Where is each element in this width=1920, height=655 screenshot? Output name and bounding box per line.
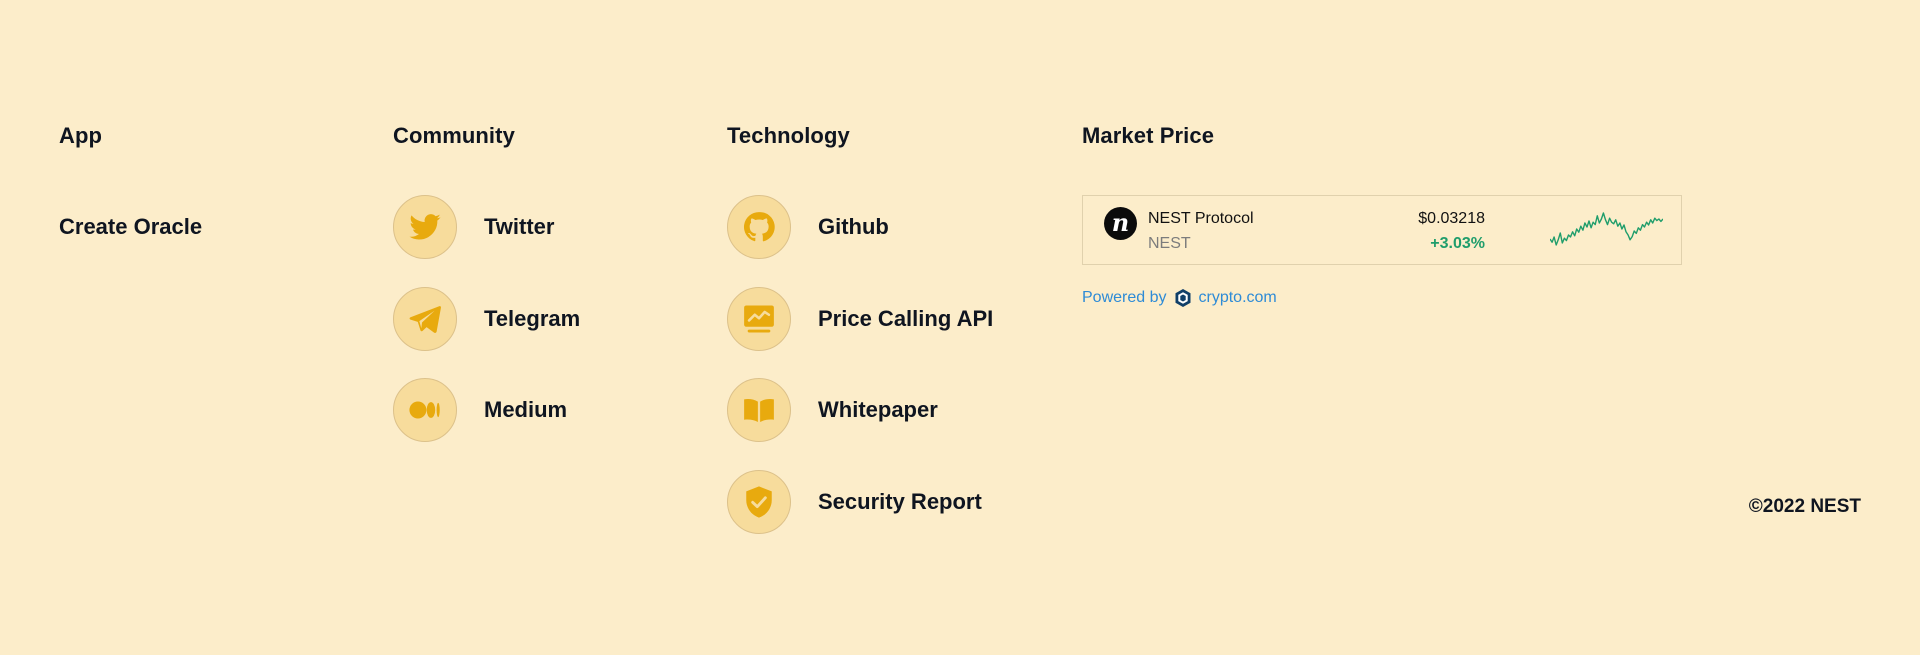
price-sparkline xyxy=(1550,212,1663,246)
crypto-com-link[interactable]: crypto.com xyxy=(1199,289,1277,307)
app-heading: App xyxy=(59,123,103,148)
technology-column: Technology Github Price Calling API Whit… xyxy=(727,122,993,534)
medium-icon xyxy=(393,378,457,442)
app-column: App Create Oracle xyxy=(59,122,202,239)
copyright: ©2022 NEST xyxy=(1748,496,1861,517)
market-column: Market Price n NEST Protocol NEST $0.032… xyxy=(1082,122,1682,307)
community-links: Twitter Telegram Medium xyxy=(393,195,580,470)
powered-by: Powered by crypto.com xyxy=(1082,288,1277,308)
whitepaper-link[interactable]: Whitepaper xyxy=(727,378,993,442)
nest-logo: n xyxy=(1104,207,1137,240)
whitepaper-label: Whitepaper xyxy=(818,397,938,422)
coin-price: $0.03218 xyxy=(1418,210,1485,227)
telegram-link[interactable]: Telegram xyxy=(393,286,581,351)
create-oracle-link[interactable]: Create Oracle xyxy=(59,214,202,240)
telegram-label: Telegram xyxy=(484,305,581,331)
technology-heading: Technology xyxy=(727,123,850,148)
twitter-link[interactable]: Twitter xyxy=(393,195,580,259)
github-icon xyxy=(727,195,791,259)
security-report-label: Security Report xyxy=(818,488,982,514)
community-column: Community Twitter Telegram Medium xyxy=(393,122,580,442)
sparkline-line xyxy=(1550,212,1663,246)
market-heading: Market Price xyxy=(1082,123,1215,148)
community-heading: Community xyxy=(393,123,515,148)
github-link[interactable]: Github xyxy=(727,195,993,259)
security-report-link[interactable]: Security Report xyxy=(727,469,993,534)
shield-check-icon xyxy=(727,469,791,534)
medium-label: Medium xyxy=(484,397,568,422)
price-calling-api-link[interactable]: Price Calling API xyxy=(727,286,994,351)
technology-links: Github Price Calling API Whitepaper Secu… xyxy=(727,195,993,561)
medium-link[interactable]: Medium xyxy=(393,378,580,442)
price-widget[interactable]: n NEST Protocol NEST $0.03218 +3.03% xyxy=(1082,195,1682,265)
coin-name: NEST Protocol xyxy=(1148,210,1254,227)
github-label: Github xyxy=(818,214,889,239)
crypto-com-icon xyxy=(1175,289,1190,307)
telegram-icon xyxy=(393,286,457,351)
chart-monitor-icon xyxy=(727,286,791,351)
price-calling-api-label: Price Calling API xyxy=(818,305,994,331)
book-icon xyxy=(727,378,791,442)
coin-change: +3.03% xyxy=(1430,235,1485,252)
twitter-icon xyxy=(393,195,457,259)
powered-by-text: Powered by xyxy=(1082,289,1167,306)
twitter-label: Twitter xyxy=(484,214,555,239)
coin-symbol: NEST xyxy=(1148,235,1191,252)
